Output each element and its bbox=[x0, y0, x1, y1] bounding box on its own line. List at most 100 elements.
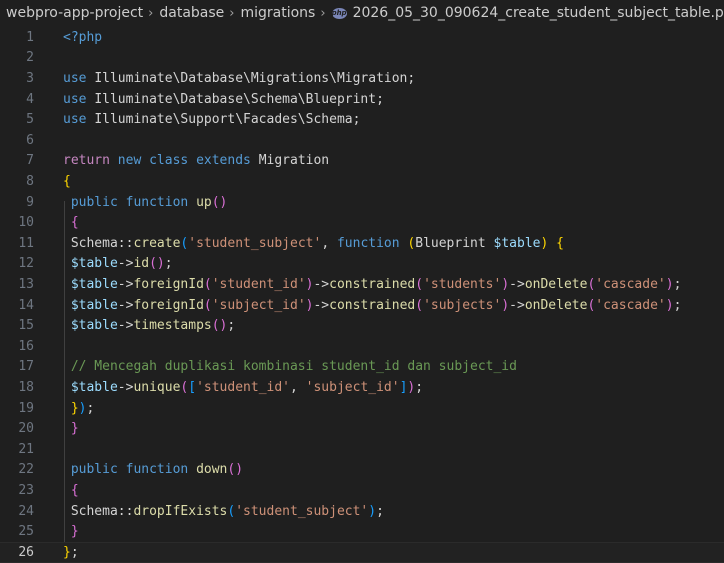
code-line[interactable]: 18 $table->unique(['student_id', 'subjec… bbox=[0, 377, 724, 398]
code-line[interactable]: 7 return new class extends Migration bbox=[0, 151, 724, 172]
code-line[interactable]: 12 $table->id(); bbox=[0, 254, 724, 275]
code-line[interactable]: 2 bbox=[0, 48, 724, 69]
code-token: Blueprint bbox=[415, 235, 494, 251]
code-line[interactable]: 1 <?php bbox=[0, 27, 724, 48]
code-token: -> bbox=[117, 297, 134, 313]
code-text: }); bbox=[63, 401, 94, 416]
code-token: up bbox=[196, 194, 212, 210]
code-token: { bbox=[70, 215, 79, 231]
code-token: 'subject_id' bbox=[305, 379, 400, 395]
code-text: } bbox=[63, 524, 79, 539]
code-line[interactable]: 3 use Illuminate\Database\Migrations\Migr… bbox=[0, 68, 724, 89]
code-token: } bbox=[70, 421, 79, 437]
code-token: ( bbox=[415, 297, 424, 313]
code-token: -> bbox=[509, 276, 525, 292]
code-token: Schema bbox=[70, 235, 118, 251]
code-line[interactable]: 17 // Mencegah duplikasi kombinasi stude… bbox=[0, 357, 724, 378]
code-line[interactable]: 15 $table->timestamps(); bbox=[0, 315, 724, 336]
code-token: 'cascade' bbox=[595, 276, 666, 292]
line-number: 1 bbox=[26, 29, 34, 45]
code-line[interactable]: 8{ bbox=[0, 171, 724, 192]
code-token: } bbox=[63, 544, 71, 560]
line-number: 19 bbox=[18, 400, 34, 416]
line-number: 6 bbox=[26, 132, 34, 148]
code-editor-window: webpro-app-project › database › migratio… bbox=[0, 0, 724, 563]
code-token: ; bbox=[376, 91, 384, 107]
code-text: $table->foreignId('student_id')->constra… bbox=[63, 276, 682, 292]
code-line[interactable]: 19 }); bbox=[0, 398, 724, 419]
code-token: -> bbox=[117, 318, 134, 334]
code-line[interactable]: 5 use Illuminate\Support\Facades\Schema; bbox=[0, 109, 724, 130]
code-token: :: bbox=[117, 235, 134, 251]
chevron-right-icon: › bbox=[229, 5, 235, 21]
code-line[interactable]: 25 } bbox=[0, 521, 724, 542]
code-token: function bbox=[336, 235, 408, 251]
code-line[interactable]: 6 bbox=[0, 130, 724, 151]
code-token: 'cascade' bbox=[595, 297, 666, 313]
code-token: -> bbox=[117, 276, 134, 292]
code-token: ) bbox=[665, 276, 674, 292]
code-line[interactable]: 21 bbox=[0, 439, 724, 460]
code-token: ; bbox=[164, 256, 173, 272]
code-token: -> bbox=[117, 256, 134, 272]
code-token: foreignId bbox=[133, 297, 204, 313]
code-line[interactable]: 4 use Illuminate\Database\Schema\Blueprin… bbox=[0, 89, 724, 110]
code-token: create bbox=[133, 235, 181, 251]
code-token: Illuminate\Database\Schema\Blueprint bbox=[94, 91, 377, 107]
code-token: $table bbox=[493, 235, 541, 251]
code-line[interactable]: 24 Schema::dropIfExists('student_subject… bbox=[0, 501, 724, 522]
code-line[interactable]: 9 public function up() bbox=[0, 192, 724, 213]
code-text: use Illuminate\Database\Migrations\Migra… bbox=[63, 71, 415, 86]
breadcrumb-item-database[interactable]: database bbox=[159, 5, 224, 21]
code-token: ) bbox=[368, 503, 377, 519]
code-text: { bbox=[63, 483, 79, 498]
code-token: unique bbox=[133, 379, 181, 395]
code-line[interactable]: 20 } bbox=[0, 418, 724, 439]
code-token: $table bbox=[70, 318, 118, 334]
line-number: 7 bbox=[26, 153, 34, 169]
code-line[interactable]: 14 $table->foreignId('subject_id')->cons… bbox=[0, 295, 724, 316]
code-line[interactable]: 13 $table->foreignId('student_id')->cons… bbox=[0, 274, 724, 295]
code-token: , bbox=[290, 379, 306, 395]
line-number: 15 bbox=[18, 318, 34, 334]
code-token: :: bbox=[117, 503, 134, 519]
php-file-icon: php bbox=[331, 7, 347, 19]
chevron-right-icon: › bbox=[148, 5, 154, 21]
code-line[interactable]: 11 Schema::create('student_subject', fun… bbox=[0, 233, 724, 254]
code-line[interactable]: 22 public function down() bbox=[0, 460, 724, 481]
breadcrumb-item-file[interactable]: 2026_05_30_090624_create_student_subject… bbox=[353, 5, 724, 21]
code-token: use bbox=[63, 112, 95, 128]
breadcrumb-item-project[interactable]: webpro-app-project bbox=[6, 5, 143, 21]
code-text: Schema::dropIfExists('student_subject'); bbox=[63, 504, 384, 519]
code-editor[interactable]: 1 <?php 2 3 use Illuminate\Database\Migratio… bbox=[0, 26, 724, 563]
code-text: public function down() bbox=[63, 462, 243, 477]
code-line[interactable]: 16 bbox=[0, 336, 724, 357]
code-text: $table->timestamps(); bbox=[63, 318, 235, 333]
code-line[interactable]: 26}; bbox=[0, 542, 724, 563]
code-token: { bbox=[556, 235, 564, 251]
line-number: 13 bbox=[18, 276, 34, 292]
code-token: Migration bbox=[258, 153, 330, 169]
line-number: 24 bbox=[18, 503, 34, 519]
code-line[interactable]: 23 { bbox=[0, 480, 724, 501]
code-token: $table bbox=[70, 297, 118, 313]
code-token: 'student_id' bbox=[196, 379, 290, 395]
chevron-right-icon: › bbox=[320, 5, 326, 21]
code-text: Schema::create('student_subject', functi… bbox=[63, 236, 564, 251]
breadcrumb-item-migrations[interactable]: migrations bbox=[240, 5, 315, 21]
code-line[interactable]: 10 { bbox=[0, 212, 724, 233]
breadcrumb: webpro-app-project › database › migratio… bbox=[0, 0, 724, 26]
code-token: ( bbox=[203, 276, 212, 292]
code-token: 'student_subject' bbox=[235, 503, 369, 519]
code-token: , bbox=[321, 235, 337, 251]
code-token: [ bbox=[188, 379, 197, 395]
